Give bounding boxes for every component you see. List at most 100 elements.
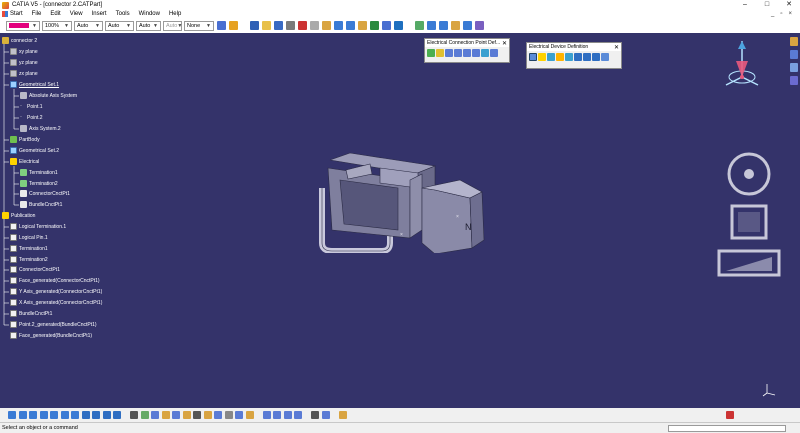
panel-close-button[interactable]: ✕ <box>614 44 619 51</box>
tool-icon-14[interactable] <box>273 411 281 419</box>
tool-icon-11[interactable] <box>235 411 243 419</box>
connector-3d-model[interactable]: N × × <box>310 148 500 253</box>
tool-icon-18[interactable] <box>321 411 330 419</box>
device-definition-icon-1[interactable] <box>529 53 537 61</box>
electrical-icon-1[interactable] <box>415 21 424 30</box>
connection-point-icon-7[interactable] <box>481 49 489 57</box>
tool-icon-12[interactable] <box>245 411 254 419</box>
geometry-icon[interactable] <box>790 50 798 59</box>
electrical-icon-5[interactable] <box>463 21 472 30</box>
tree-node-point-2[interactable]: · Point.2 <box>20 113 43 122</box>
tree-node-geometrical-set-1[interactable]: Geometrical Set.1 <box>10 80 59 89</box>
electrical-icon-3[interactable] <box>439 21 448 30</box>
tool-icon-16[interactable] <box>294 411 302 419</box>
device-definition-icon-8[interactable] <box>592 53 600 61</box>
tree-node-axis-system-2[interactable]: Axis System.2 <box>20 124 61 133</box>
connection-point-icon-6[interactable] <box>472 49 480 57</box>
tree-node-pub-termination-2[interactable]: Termination2 <box>10 255 48 264</box>
connection-point-icon-5[interactable] <box>463 49 471 57</box>
tool-icon-7[interactable] <box>193 411 201 419</box>
color-combo[interactable]: ▼ <box>6 20 40 31</box>
measure-icon[interactable] <box>370 21 379 30</box>
doc-close-button[interactable]: × <box>788 11 792 17</box>
doc-restore-button[interactable]: ▫ <box>780 11 782 17</box>
zoom-in-icon[interactable] <box>50 411 58 419</box>
sketcher-icon[interactable] <box>790 37 798 46</box>
menu-item-help[interactable]: Help <box>169 11 181 17</box>
tree-node-partbody[interactable]: PartBody <box>10 135 40 144</box>
fit-all-icon[interactable] <box>18 411 27 419</box>
tool-icon-1[interactable] <box>130 411 138 419</box>
swap-space-icon[interactable] <box>113 411 121 419</box>
isometric-view-icon[interactable] <box>81 411 90 419</box>
electrical-icon-6[interactable] <box>475 21 484 30</box>
device-definition-icon-2[interactable] <box>538 53 546 61</box>
connection-point-icon-4[interactable] <box>454 49 462 57</box>
electrical-icon-4[interactable] <box>451 21 460 30</box>
tool-icon-10[interactable] <box>224 411 233 419</box>
layer-combo[interactable]: None ▼ <box>184 20 214 31</box>
compass-icon[interactable] <box>722 39 762 91</box>
menu-item-tools[interactable]: Tools <box>116 11 130 17</box>
tool-icon-19[interactable] <box>338 411 347 419</box>
update-icon[interactable] <box>358 21 367 30</box>
tool-icon-3[interactable] <box>151 411 159 419</box>
tree-node-pub-logical-pin[interactable]: Logical Pin.1 <box>10 233 48 242</box>
tool-icon-2[interactable] <box>140 411 149 419</box>
open-icon[interactable] <box>262 21 271 30</box>
shading-icon[interactable] <box>92 411 100 419</box>
menu-item-insert[interactable]: Insert <box>92 11 107 17</box>
transparency-combo[interactable]: 100% ▼ <box>42 20 72 31</box>
tree-node-electrical[interactable]: Electrical <box>10 157 39 166</box>
tool-icon-5[interactable] <box>172 411 180 419</box>
tool-icon-8[interactable] <box>203 411 212 419</box>
zoom-out-icon[interactable] <box>60 411 69 419</box>
thickness-combo[interactable]: Auto ▼ <box>105 20 134 31</box>
device-definition-icon-4[interactable] <box>556 53 564 61</box>
tree-node-connector-point[interactable]: ConnectorCnctPt1 <box>20 189 70 198</box>
command-input[interactable] <box>668 425 786 432</box>
menu-item-window[interactable]: Window <box>139 11 160 17</box>
connection-point-icon-8[interactable] <box>490 49 498 57</box>
connection-point-icon-2[interactable] <box>436 49 444 57</box>
tree-node-absolute-axis[interactable]: Absolute Axis System <box>20 91 77 100</box>
device-definition-icon-5[interactable] <box>565 53 573 61</box>
pan-icon[interactable] <box>29 411 37 419</box>
print-icon[interactable] <box>286 21 295 30</box>
device-definition-icon-3[interactable] <box>547 53 555 61</box>
tree-node-point-1[interactable]: · Point.1 <box>20 102 43 111</box>
tree-node-pub-connector-point[interactable]: ConnectorCnctPt1 <box>10 265 60 274</box>
connection-point-icon-3[interactable] <box>445 49 453 57</box>
tree-node-yz-plane[interactable]: yz plane <box>10 58 38 67</box>
tree-node-bundle-point[interactable]: BundleCnctPt1 <box>20 200 62 209</box>
tree-node-pub-point-2-generated[interactable]: Point.2_generated(BundleCnctPt1) <box>10 320 97 329</box>
menu-item-start[interactable]: Start <box>10 11 23 17</box>
maximize-button[interactable]: □ <box>756 0 778 10</box>
panel-close-button[interactable]: ✕ <box>502 40 507 47</box>
render-style-combo[interactable]: Auto ▼ <box>163 20 182 31</box>
tree-node-zx-plane[interactable]: zx plane <box>10 69 38 78</box>
menu-item-file[interactable]: File <box>32 11 42 17</box>
tool-icon-4[interactable] <box>161 411 170 419</box>
new-icon[interactable] <box>250 21 259 30</box>
point-symbol-combo[interactable]: Auto ▼ <box>136 20 161 31</box>
tree-node-termination-1[interactable]: Termination1 <box>20 168 58 177</box>
tree-node-pub-y-axis[interactable]: Y Axis_generated(ConnectorCnctPt1) <box>10 287 102 296</box>
close-button[interactable]: ✕ <box>778 0 800 10</box>
device-definition-icon-6[interactable] <box>574 53 582 61</box>
tree-node-publication[interactable]: Publication <box>2 211 35 220</box>
tool-icon-17[interactable] <box>311 411 319 419</box>
tree-node-root[interactable]: connector 2 <box>2 36 37 45</box>
connection-point-icon-1[interactable] <box>427 49 435 57</box>
tool-icon-6[interactable] <box>182 411 191 419</box>
view-manipulator-widgets[interactable] <box>716 151 782 283</box>
save-icon[interactable] <box>274 21 283 30</box>
panel-title-bar[interactable]: Electrical Connection Point Def... ✕ <box>425 39 509 47</box>
menu-item-edit[interactable]: Edit <box>50 11 60 17</box>
linetype-combo[interactable]: Auto ▼ <box>74 20 103 31</box>
fly-mode-icon[interactable] <box>8 411 16 419</box>
cut-icon[interactable] <box>298 21 307 30</box>
panel-title-bar[interactable]: Electrical Device Definition ✕ <box>527 43 621 51</box>
electrical-icon-2[interactable] <box>427 21 436 30</box>
minimize-button[interactable]: – <box>734 0 756 10</box>
